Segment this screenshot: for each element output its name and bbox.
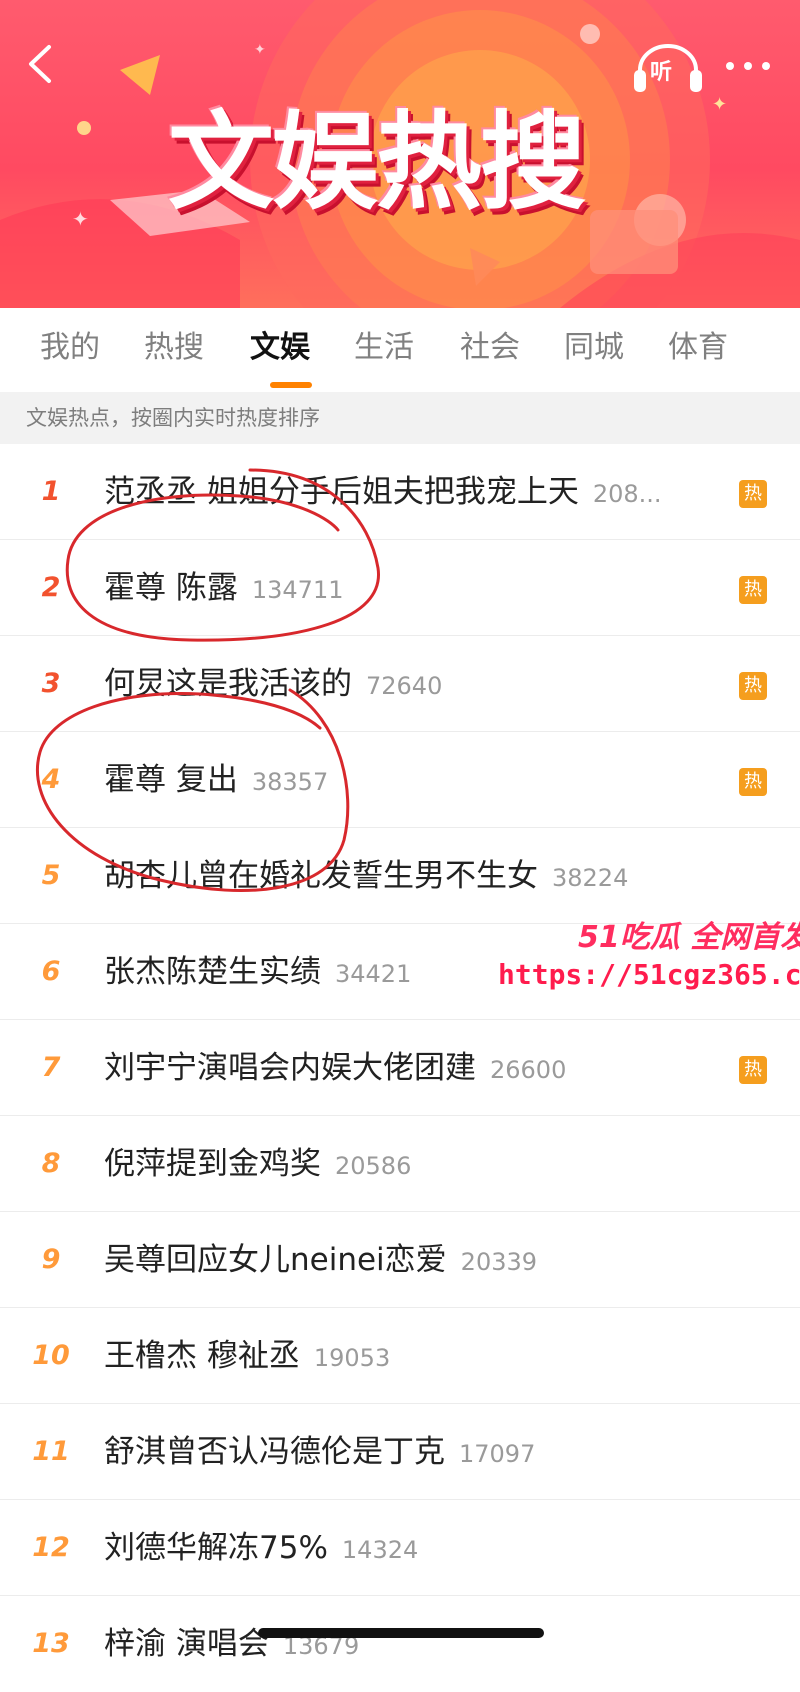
more-dots-icon [726,62,770,70]
item-title-wrap: 倪萍提到金鸡奖 20586 [104,1140,411,1188]
back-button[interactable] [14,38,66,90]
tab-hot-search[interactable]: 热搜 [144,326,204,370]
rank-number: 8 [41,1148,61,1179]
item-count: 20339 [460,1248,538,1276]
category-tabs: 我的 热搜 文娱 生活 社会 同城 体育 [0,308,800,392]
chevron-left-icon [29,45,51,83]
item-title: 吴尊回应女儿neinei恋爱 [104,1242,447,1278]
rank-number: 1 [41,476,61,507]
list-item[interactable]: 3 何炅这是我活该的 72640 热 [0,636,800,732]
item-title-wrap: 何炅这是我活该的 72640 [104,660,442,708]
watermark-url: https://51cgz365.com [498,958,800,991]
list-item[interactable]: 8 倪萍提到金鸡奖 20586 [0,1116,800,1212]
rank-number: 12 [32,1532,70,1563]
item-title: 张杰陈楚生实绩 [104,954,321,990]
rank-number: 11 [32,1436,70,1467]
rank-number: 9 [41,1244,61,1275]
hot-badge: 热 [739,480,767,508]
hot-badge: 热 [739,1056,767,1084]
item-title: 范丞丞 姐姐分手后姐夫把我宠上天 [104,474,579,510]
svg-text:✦: ✦ [712,94,727,115]
rank-number: 7 [41,1052,61,1083]
item-count: 19053 [313,1344,391,1372]
item-title-wrap: 吴尊回应女儿neinei恋爱 20339 [104,1236,537,1284]
banner-title: 文娱热搜 [168,101,586,224]
rank-number: 2 [41,572,61,603]
item-title: 刘宇宁演唱会内娱大佬团建 [104,1050,476,1086]
tab-local[interactable]: 同城 [564,326,624,370]
list-item[interactable]: 13 梓渝 演唱会 13679 [0,1596,800,1692]
list-item[interactable]: 11 舒淇曾否认冯德伦是丁克 17097 [0,1404,800,1500]
item-title: 刘德华解冻75% [104,1530,328,1566]
item-count: 20586 [335,1152,412,1180]
list-subtitle: 文娱热点，按圈内实时热度排序 [0,392,800,444]
item-title: 倪萍提到金鸡奖 [104,1146,321,1182]
item-count: 38357 [251,768,329,796]
rank-number: 13 [32,1628,70,1659]
listen-button[interactable]: 听 [632,40,704,96]
list-item[interactable]: 10 王橹杰 穆祉丞 19053 [0,1308,800,1404]
item-title-wrap: 张杰陈楚生实绩 34421 [104,948,411,996]
rank-number: 10 [32,1340,70,1371]
rank-number: 4 [41,764,61,795]
tab-sports[interactable]: 体育 [668,326,728,370]
list-item[interactable]: 12 刘德华解冻75% 14324 [0,1500,800,1596]
list-item[interactable]: 9 吴尊回应女儿neinei恋爱 20339 [0,1212,800,1308]
item-title-wrap: 刘德华解冻75% 14324 [104,1524,418,1572]
item-title: 胡杏儿曾在婚礼发誓生男不生女 [104,858,538,894]
item-title-wrap: 霍尊 复出 38357 [104,756,328,804]
item-count: 208... [592,480,662,508]
list-item[interactable]: 4 霍尊 复出 38357 热 [0,732,800,828]
item-count: 38224 [552,864,629,892]
tab-life[interactable]: 生活 [354,326,414,370]
hot-badge: 热 [739,768,767,796]
rank-number: 6 [41,956,61,987]
item-title: 王橹杰 穆祉丞 [104,1338,300,1374]
item-title-wrap: 舒淇曾否认冯德伦是丁克 17097 [104,1428,535,1476]
item-title-wrap: 刘宇宁演唱会内娱大佬团建 26600 [104,1044,566,1092]
item-title: 何炅这是我活该的 [104,666,352,702]
item-title-wrap: 范丞丞 姐姐分手后姐夫把我宠上天 208... [104,468,662,516]
tab-society[interactable]: 社会 [460,326,520,370]
more-button[interactable] [718,44,778,88]
item-title-wrap: 胡杏儿曾在婚礼发誓生男不生女 38224 [104,852,628,900]
list-item[interactable]: 7 刘宇宁演唱会内娱大佬团建 26600 热 [0,1020,800,1116]
tab-entertainment[interactable]: 文娱 [250,326,310,370]
item-title: 梓渝 演唱会 [104,1626,269,1662]
banner-header: ✦ ✦ ✦ 文娱热搜 听 [0,0,800,308]
active-tab-indicator [270,382,312,388]
item-title: 舒淇曾否认冯德伦是丁克 [104,1434,445,1470]
list-item[interactable]: 5 胡杏儿曾在婚礼发誓生男不生女 38224 [0,828,800,924]
list-item[interactable]: 1 范丞丞 姐姐分手后姐夫把我宠上天 208... 热 [0,444,800,540]
rank-number: 3 [41,668,61,699]
watermark: 51吃瓜 全网首发 https://51cgz365.com [498,912,800,1002]
item-title: 霍尊 复出 [104,762,238,798]
item-title-wrap: 王橹杰 穆祉丞 19053 [104,1332,390,1380]
hot-badge: 热 [739,576,767,604]
home-indicator[interactable] [258,1628,544,1638]
listen-label: 听 [650,60,673,85]
rank-number: 5 [41,860,61,891]
item-count: 34421 [335,960,412,988]
tab-mine[interactable]: 我的 [40,326,100,370]
item-count: 72640 [366,672,443,700]
watermark-slogan: 51吃瓜 全网首发 [578,920,800,955]
item-title: 霍尊 陈露 [104,570,238,606]
svg-text:✦: ✦ [72,207,89,231]
item-count: 134711 [251,576,344,604]
item-count: 26600 [490,1056,567,1084]
hot-badge: 热 [739,672,767,700]
item-count: 14324 [341,1536,419,1564]
item-count: 17097 [459,1440,536,1468]
list-item[interactable]: 2 霍尊 陈露 134711 热 [0,540,800,636]
item-title-wrap: 霍尊 陈露 134711 [104,564,343,612]
svg-text:✦: ✦ [254,42,266,58]
